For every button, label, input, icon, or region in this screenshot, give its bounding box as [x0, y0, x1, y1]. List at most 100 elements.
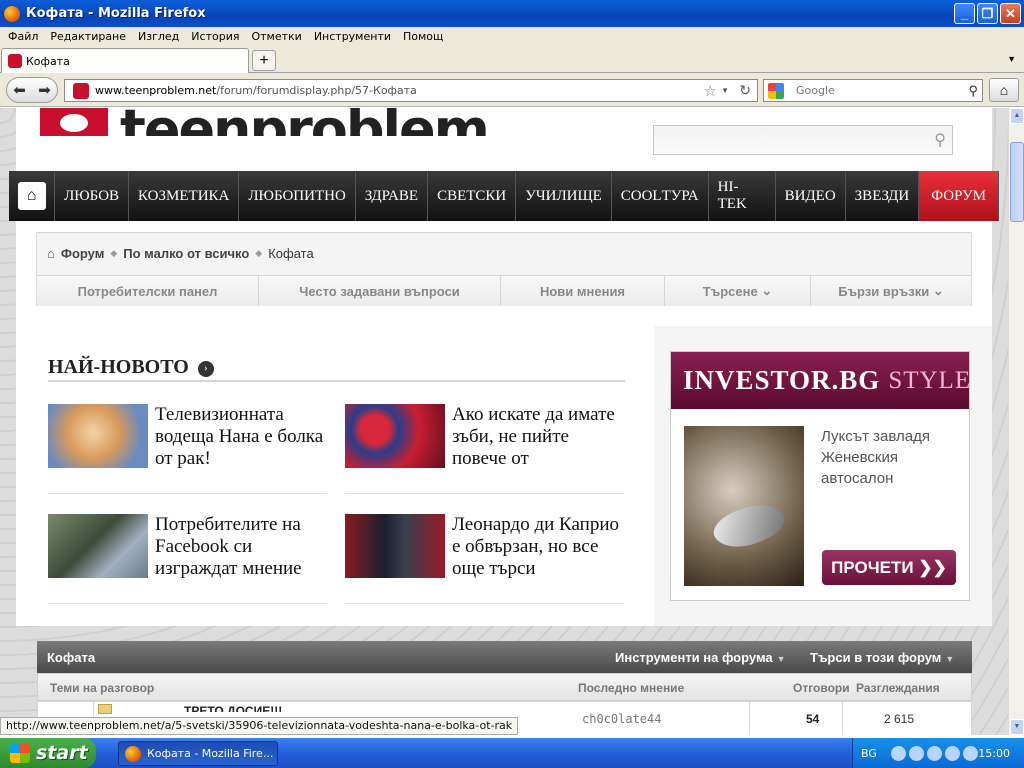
- site-search-icon[interactable]: ⚲: [934, 130, 946, 150]
- antivirus-icon[interactable]: [962, 745, 978, 761]
- breadcrumb-separator-icon: ◆: [110, 248, 118, 258]
- firefox-icon: [4, 5, 20, 22]
- search-input[interactable]: [796, 84, 946, 97]
- menu-bookmarks[interactable]: Отметки: [245, 30, 307, 43]
- chevron-down-icon: ⌄: [761, 283, 773, 298]
- forum-search-menu[interactable]: Търси в този форум ▼: [810, 650, 954, 665]
- nav-item-cosmetics[interactable]: КОЗМЕТИКА: [129, 171, 240, 221]
- home-icon: ⌂: [17, 182, 46, 210]
- news-thumbnail[interactable]: [345, 514, 445, 578]
- start-button[interactable]: start: [0, 738, 96, 768]
- menu-history[interactable]: История: [185, 30, 245, 43]
- news-item[interactable]: Потребителите на Facebook си изграждат м…: [48, 514, 327, 604]
- scroll-up-icon[interactable]: ▲: [1010, 108, 1024, 124]
- google-icon[interactable]: [768, 82, 784, 99]
- news-title[interactable]: Потребителите на Facebook си изграждат м…: [155, 514, 330, 578]
- back-arrow-icon[interactable]: ⬅: [13, 81, 26, 99]
- news-thumbnail[interactable]: [345, 404, 445, 468]
- subnav-quick-links[interactable]: Бързи връзки ⌄: [811, 276, 971, 306]
- close-button[interactable]: ✕: [1000, 3, 1021, 24]
- breadcrumb-category[interactable]: По малко от всичко: [123, 246, 249, 261]
- news-thumbnail[interactable]: [48, 514, 148, 578]
- menu-help[interactable]: Помощ: [397, 30, 449, 43]
- menu-file[interactable]: Файл: [2, 30, 44, 43]
- forward-arrow-icon[interactable]: ➡: [38, 81, 51, 99]
- url-dropdown-icon[interactable]: ▼: [721, 86, 729, 95]
- nav-item-stars[interactable]: ЗВЕЗДИ: [846, 171, 920, 221]
- window-title: Кофата - Mozilla Firefox: [26, 6, 206, 21]
- home-button[interactable]: ⌂: [989, 78, 1019, 102]
- forum-subnav: Потребителски панел Често задавани въпро…: [37, 275, 971, 306]
- bookmark-star-icon[interactable]: ☆: [704, 82, 717, 100]
- maximize-button[interactable]: ❐: [977, 3, 998, 24]
- nav-item-curious[interactable]: ЛЮБОПИТНО: [239, 171, 356, 221]
- news-item[interactable]: Ако искате да имате зъби, не пийте повеч…: [345, 404, 624, 494]
- subnav-user-panel[interactable]: Потребителски панел: [37, 276, 259, 306]
- site-identity-icon[interactable]: [73, 82, 89, 99]
- security-icon[interactable]: [944, 745, 960, 761]
- tab-list-icon[interactable]: ▼: [1007, 54, 1016, 64]
- breadcrumb-forum[interactable]: Форум: [61, 246, 104, 261]
- news-title[interactable]: Ако искате да имате зъби, не пийте повеч…: [452, 404, 627, 468]
- thread-title[interactable]: ТРЕТО ДОСИЕ!!!: [184, 704, 282, 712]
- chevron-down-icon: ⌄: [932, 283, 944, 298]
- col-last-post[interactable]: Последно мнение: [578, 681, 684, 695]
- forum-tools-menu[interactable]: Инструменти на форума ▼: [615, 650, 786, 665]
- nav-item-culture[interactable]: COOLТУРА: [612, 171, 709, 221]
- tray-arrow-icon[interactable]: [890, 745, 906, 761]
- ad-image[interactable]: [684, 426, 804, 586]
- search-icon[interactable]: ⚲: [968, 83, 978, 99]
- ad-copy[interactable]: Луксът завладя Женевския автосалон: [821, 426, 961, 489]
- news-thumbnail[interactable]: [48, 404, 148, 468]
- subnav-search[interactable]: Търсене ⌄: [665, 276, 811, 306]
- col-views[interactable]: Разглеждания: [856, 681, 940, 695]
- nav-item-school[interactable]: УЧИЛИЩЕ: [516, 171, 612, 221]
- last-post-user[interactable]: ch0c0late44: [582, 712, 661, 726]
- ad-brand-sub: STYLE: [888, 366, 972, 394]
- scroll-thumb[interactable]: [1010, 142, 1024, 222]
- tab-strip: Кофата + ▼: [0, 46, 1024, 73]
- back-forward-buttons[interactable]: ⬅ ➡: [6, 77, 58, 103]
- menu-tools[interactable]: Инструменти: [308, 30, 397, 43]
- url-domain: www.teenproblem.net: [95, 84, 217, 97]
- breadcrumb-home-icon[interactable]: ⌂: [47, 246, 55, 261]
- ad-header: INVESTOR.BG STYLE: [671, 352, 972, 409]
- new-tab-button[interactable]: +: [252, 50, 276, 71]
- site-logo[interactable]: teenproblem: [40, 108, 488, 136]
- minimize-button[interactable]: _: [954, 3, 975, 24]
- reload-icon[interactable]: ↻: [739, 82, 751, 99]
- network-icon[interactable]: [908, 745, 924, 761]
- news-item[interactable]: Телевизионната водеща Нана е болка от ра…: [48, 404, 327, 494]
- newest-heading[interactable]: НАЙ-НОВОТО ›: [48, 356, 625, 382]
- news-title[interactable]: Телевизионната водеща Нана е болка от ра…: [155, 404, 330, 468]
- window-titlebar: Кофата - Mozilla Firefox _ ❐ ✕: [0, 0, 1024, 27]
- col-threads[interactable]: Теми на разговор: [50, 681, 154, 695]
- search-bar[interactable]: ⚲: [763, 79, 983, 102]
- menu-edit[interactable]: Редактиране: [44, 30, 132, 43]
- nav-item-love[interactable]: ЛЮБОВ: [55, 171, 130, 221]
- subnav-new-posts[interactable]: Нови мнения: [501, 276, 665, 306]
- nav-item-forum[interactable]: ФОРУМ: [919, 171, 999, 221]
- volume-icon[interactable]: [926, 745, 942, 761]
- taskbar-firefox-item[interactable]: Кофата - Mozilla Fire...: [118, 741, 278, 766]
- status-bar: http://www.teenproblem.net/a/5-svetski/3…: [0, 717, 519, 735]
- nav-home[interactable]: ⌂: [9, 171, 56, 221]
- news-item[interactable]: Леонардо ди Каприо е обвързан, но все ощ…: [345, 514, 624, 604]
- nav-item-health[interactable]: ЗДРАВЕ: [356, 171, 429, 221]
- scroll-down-icon[interactable]: ▼: [1010, 719, 1024, 735]
- vertical-scrollbar[interactable]: ▲ ▼: [1008, 108, 1024, 735]
- site-search-input[interactable]: ⚲: [653, 125, 953, 155]
- subnav-faq[interactable]: Често задавани въпроси: [259, 276, 501, 306]
- address-bar[interactable]: www.teenproblem.net/forum/forumdisplay.p…: [64, 79, 758, 102]
- menu-view[interactable]: Изглед: [132, 30, 185, 43]
- ad-read-button[interactable]: ПРОЧЕТИ ❯❯: [822, 550, 956, 585]
- nav-item-hitek[interactable]: HI-TEK: [709, 171, 776, 221]
- tab-kofata[interactable]: Кофата: [1, 48, 249, 73]
- investor-ad-banner[interactable]: INVESTOR.BG STYLE Луксът завладя Женевски…: [670, 351, 970, 601]
- news-title[interactable]: Леонардо ди Каприо е обвързан, но все ощ…: [452, 514, 627, 578]
- language-indicator[interactable]: BG: [861, 747, 877, 760]
- nav-item-video[interactable]: ВИДЕО: [776, 171, 846, 221]
- col-replies[interactable]: Отговори: [793, 681, 850, 695]
- nav-item-social[interactable]: СВЕТСКИ: [428, 171, 517, 221]
- url-text[interactable]: www.teenproblem.net/forum/forumdisplay.p…: [95, 84, 417, 97]
